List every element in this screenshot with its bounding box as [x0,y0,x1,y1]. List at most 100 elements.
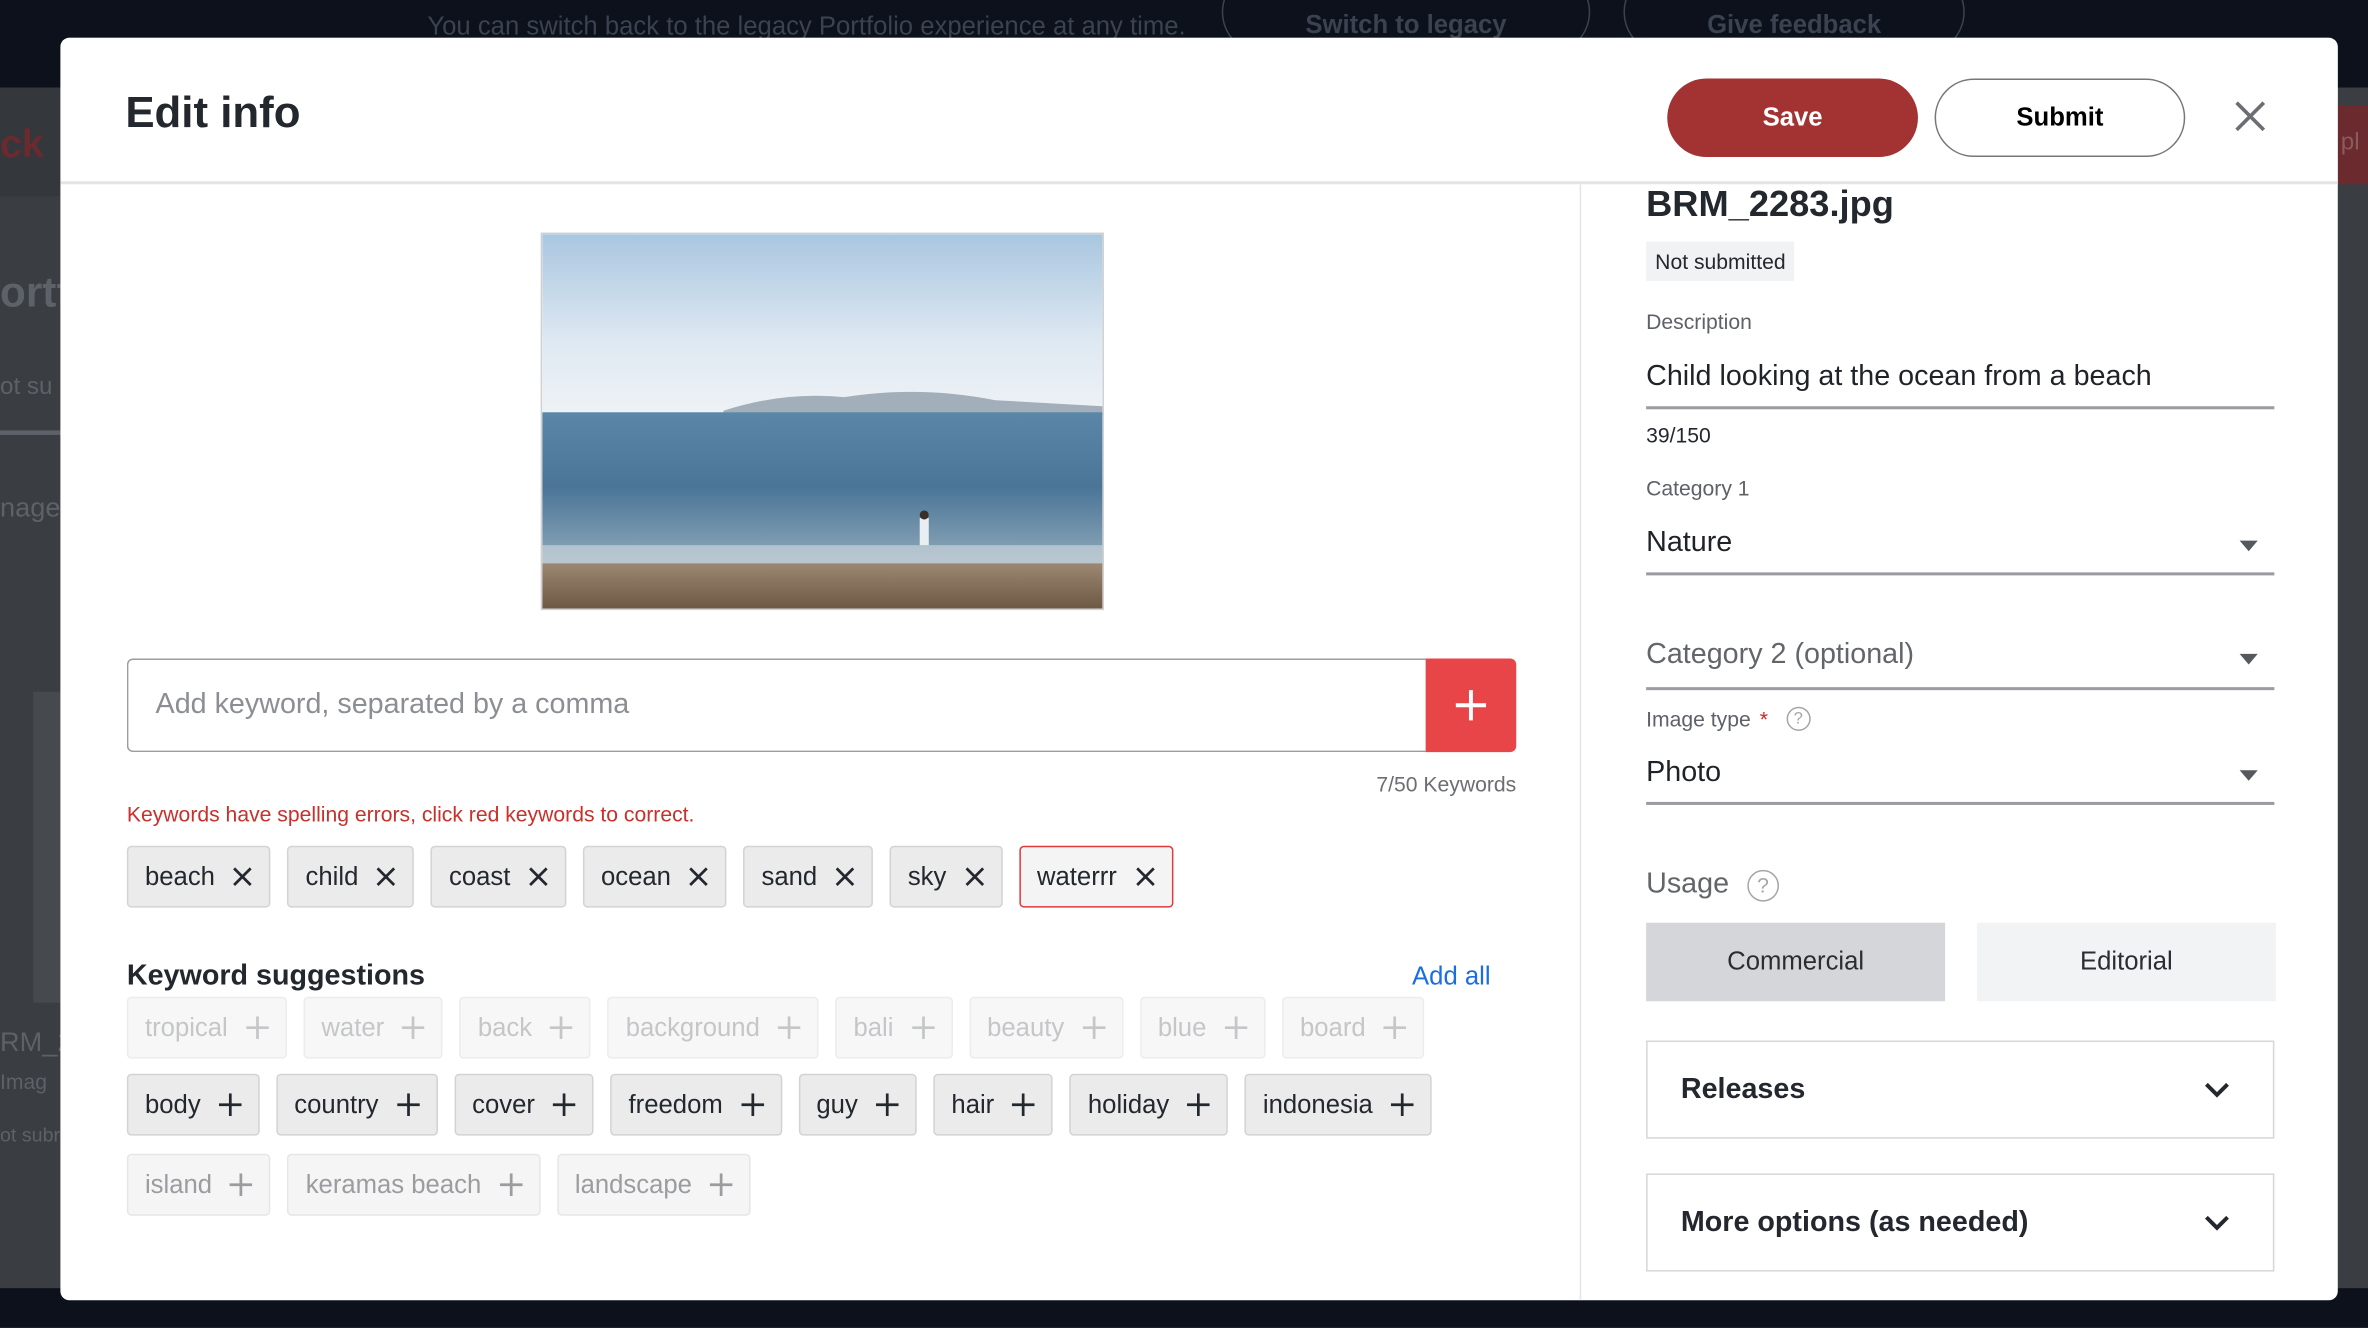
required-mark: * [1759,706,1769,731]
keyword-tag-label: child [305,861,359,891]
remove-keyword-icon[interactable] [964,867,984,887]
dialog-header: Edit info Save Submit [60,37,2338,185]
add-suggestion-icon[interactable] [1187,1093,1211,1117]
suggestion-label: body [144,1089,201,1119]
image-type-label-text: Image type [1646,706,1751,731]
suggestion-chip[interactable]: blue [1139,996,1266,1059]
releases-accordion[interactable]: Releases [1646,1040,2275,1139]
remove-keyword-icon[interactable] [233,867,253,887]
add-suggestion-icon[interactable] [740,1093,764,1117]
add-all-link[interactable]: Add all [1412,962,1491,992]
column-divider [1579,182,1582,1301]
add-suggestion-icon[interactable] [499,1173,523,1197]
add-suggestion-icon[interactable] [710,1173,733,1197]
suggestion-label: freedom [628,1089,723,1119]
suggestion-chip[interactable]: tropical [126,996,287,1059]
help-icon[interactable]: ? [1747,869,1779,901]
image-type-value: Photo [1646,756,1722,789]
add-suggestion-icon[interactable] [245,1016,269,1040]
add-suggestion-icon[interactable] [1082,1016,1105,1040]
usage-commercial-button[interactable]: Commercial [1646,922,1946,1002]
usage-editorial-button[interactable]: Editorial [1976,922,2276,1002]
add-suggestion-icon[interactable] [1390,1093,1414,1117]
category1-select[interactable]: Nature [1646,518,2274,575]
suggestion-chip[interactable]: country [276,1073,438,1136]
suggestion-chip[interactable]: bali [835,996,953,1059]
dropdown-caret-icon [2239,653,2258,665]
suggestion-label: beauty [987,1012,1065,1042]
description-input[interactable]: Child looking at the ocean from a beach [1646,361,2152,394]
keyword-tag[interactable]: sand [743,845,874,908]
add-suggestion-icon[interactable] [875,1093,899,1117]
add-suggestion-icon[interactable] [550,1016,573,1040]
edit-info-dialog: Edit info Save Submit Add keyword, separ… [60,37,2338,1301]
suggestion-label: board [1299,1012,1366,1042]
more-options-label: More options (as needed) [1680,1205,2029,1238]
keyword-tag[interactable]: beach [126,845,271,908]
bg-imagetype: Imag [0,1069,48,1094]
suggestion-chip[interactable]: hair [933,1073,1054,1136]
filename: BRM_2283.jpg [1646,184,1894,226]
image-preview [540,232,1104,611]
keyword-input[interactable]: Add keyword, separated by a comma [126,658,1426,753]
suggestion-chip[interactable]: landscape [556,1153,751,1216]
suggestion-chip[interactable]: water [303,996,444,1059]
keyword-count: 7/50 Keywords [1376,771,1517,796]
status-badge: Not submitted [1646,241,1795,281]
suggestion-chip[interactable]: cover [454,1073,594,1136]
keyword-tag-label: sky [907,861,947,891]
suggestion-chip[interactable]: guy [798,1073,917,1136]
add-suggestion-icon[interactable] [1383,1016,1407,1040]
suggestion-chip[interactable]: board [1281,996,1425,1059]
keyword-tag[interactable]: sky [889,845,1003,908]
remove-keyword-icon[interactable] [376,867,396,887]
suggestion-chip[interactable]: body [126,1073,260,1136]
keyword-tag[interactable]: child [287,845,415,908]
suggestion-chip[interactable]: island [126,1153,271,1216]
more-options-accordion[interactable]: More options (as needed) [1646,1173,2275,1272]
remove-keyword-icon[interactable] [835,867,855,887]
keyword-tags: beach child coast ocean sand sky waterrr [126,845,1173,908]
suggestion-row: body country cover freedom guy hair holiday ind… [126,1073,1432,1136]
suggestion-chip[interactable]: keramas beach [287,1153,541,1216]
suggestion-chip[interactable]: background [607,996,819,1059]
add-suggestion-icon[interactable] [777,1016,801,1040]
keyword-tag[interactable]: coast [430,845,567,908]
usage-label: Usage ? [1646,868,1779,901]
add-suggestion-icon[interactable] [911,1016,935,1040]
add-suggestion-icon[interactable] [230,1173,253,1197]
suggestion-label: back [477,1012,533,1042]
suggestion-chip[interactable]: back [459,996,591,1059]
submit-button[interactable]: Submit [1934,78,2186,158]
remove-keyword-icon[interactable] [689,867,709,887]
remove-keyword-icon[interactable] [1135,867,1155,887]
suggestion-label: keramas beach [305,1169,482,1199]
screen: You can switch back to the legacy Portfo… [0,0,2368,1328]
suggestion-chip[interactable]: holiday [1069,1073,1229,1136]
category2-select[interactable]: Category 2 (optional) [1646,630,2274,687]
keyword-tag[interactable]: ocean [582,845,727,908]
suggestion-chip[interactable]: beauty [968,996,1124,1059]
help-icon[interactable]: ? [1786,706,1811,731]
keyword-tag-misspelled[interactable]: waterrr [1018,845,1173,908]
suggestion-label: hair [951,1089,995,1119]
suggestion-row: tropical water back background bali beauty blu… [126,996,1425,1059]
suggestion-label: country [294,1089,379,1119]
suggestion-label: holiday [1087,1089,1170,1119]
remove-keyword-icon[interactable] [528,867,548,887]
image-type-select[interactable]: Photo [1646,748,2274,805]
save-button[interactable]: Save [1667,78,1918,158]
suggestion-chip[interactable]: indonesia [1244,1073,1432,1136]
add-suggestion-icon[interactable] [218,1093,242,1117]
add-suggestion-icon[interactable] [553,1093,576,1117]
keyword-tag-label: coast [448,861,511,891]
close-icon[interactable] [2229,95,2271,137]
suggestion-label: indonesia [1262,1089,1373,1119]
add-suggestion-icon[interactable] [1012,1093,1036,1117]
add-keyword-button[interactable] [1425,658,1517,753]
add-suggestion-icon[interactable] [396,1093,420,1117]
bg-images: nage [0,492,61,523]
suggestion-chip[interactable]: freedom [610,1073,782,1136]
add-suggestion-icon[interactable] [1224,1016,1248,1040]
add-suggestion-icon[interactable] [402,1016,425,1040]
